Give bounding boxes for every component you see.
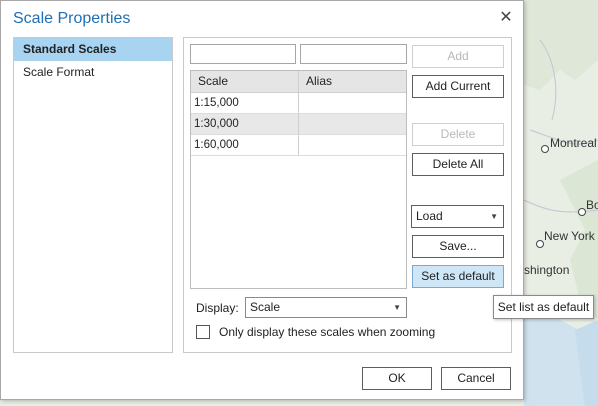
dialog-title: Scale Properties — [13, 10, 131, 27]
cell-alias — [299, 135, 406, 155]
zoom-scales-checkbox[interactable] — [196, 325, 210, 339]
ok-button[interactable]: OK — [362, 367, 432, 390]
cell-alias — [299, 93, 406, 113]
load-dropdown-value: Load — [416, 209, 443, 223]
add-button[interactable]: Add — [412, 45, 504, 68]
map-label-montreal: Montreal — [550, 136, 597, 150]
table-row[interactable]: 1:30,000 — [191, 114, 406, 135]
city-marker-montreal — [541, 145, 549, 153]
scale-input[interactable] — [190, 44, 296, 64]
column-header-alias[interactable]: Alias — [299, 71, 406, 92]
cell-scale: 1:30,000 — [191, 114, 299, 134]
column-header-scale[interactable]: Scale — [191, 71, 299, 92]
add-current-button[interactable]: Add Current — [412, 75, 504, 98]
map-label-washington: shington — [524, 263, 570, 277]
delete-button[interactable]: Delete — [412, 123, 504, 146]
cell-alias — [299, 114, 406, 134]
display-dropdown[interactable]: Scale ▼ — [245, 297, 407, 318]
nav-item-standard-scales[interactable]: Standard Scales — [14, 38, 172, 61]
load-dropdown[interactable]: Load ▼ — [411, 205, 504, 228]
tooltip: Set list as default — [493, 295, 594, 319]
city-marker-boston — [578, 208, 586, 216]
cell-scale: 1:15,000 — [191, 93, 299, 113]
display-dropdown-value: Scale — [250, 300, 281, 314]
table-header: Scale Alias — [191, 71, 406, 93]
table-row[interactable]: 1:60,000 — [191, 135, 406, 156]
map-label-boston: Bo — [586, 198, 598, 212]
caret-down-icon: ▼ — [393, 303, 401, 312]
city-marker-new-york — [536, 240, 544, 248]
map-label-new-york: New York — [544, 229, 595, 243]
set-as-default-button[interactable]: Set as default — [412, 265, 504, 288]
alias-input[interactable] — [300, 44, 407, 64]
display-label: Display: — [196, 301, 239, 315]
cancel-button[interactable]: Cancel — [441, 367, 511, 390]
delete-all-button[interactable]: Delete All — [412, 153, 504, 176]
cell-scale: 1:60,000 — [191, 135, 299, 155]
caret-down-icon: ▼ — [490, 212, 498, 221]
nav-item-scale-format[interactable]: Scale Format — [14, 61, 172, 84]
zoom-scales-label: Only display these scales when zooming — [219, 325, 436, 339]
scales-table: Scale Alias 1:15,000 1:30,000 1:60,000 — [190, 70, 407, 289]
close-icon[interactable]: ✕ — [497, 9, 515, 27]
save-button[interactable]: Save... — [412, 235, 504, 258]
category-list: Standard Scales Scale Format — [13, 37, 173, 353]
table-row[interactable]: 1:15,000 — [191, 93, 406, 114]
